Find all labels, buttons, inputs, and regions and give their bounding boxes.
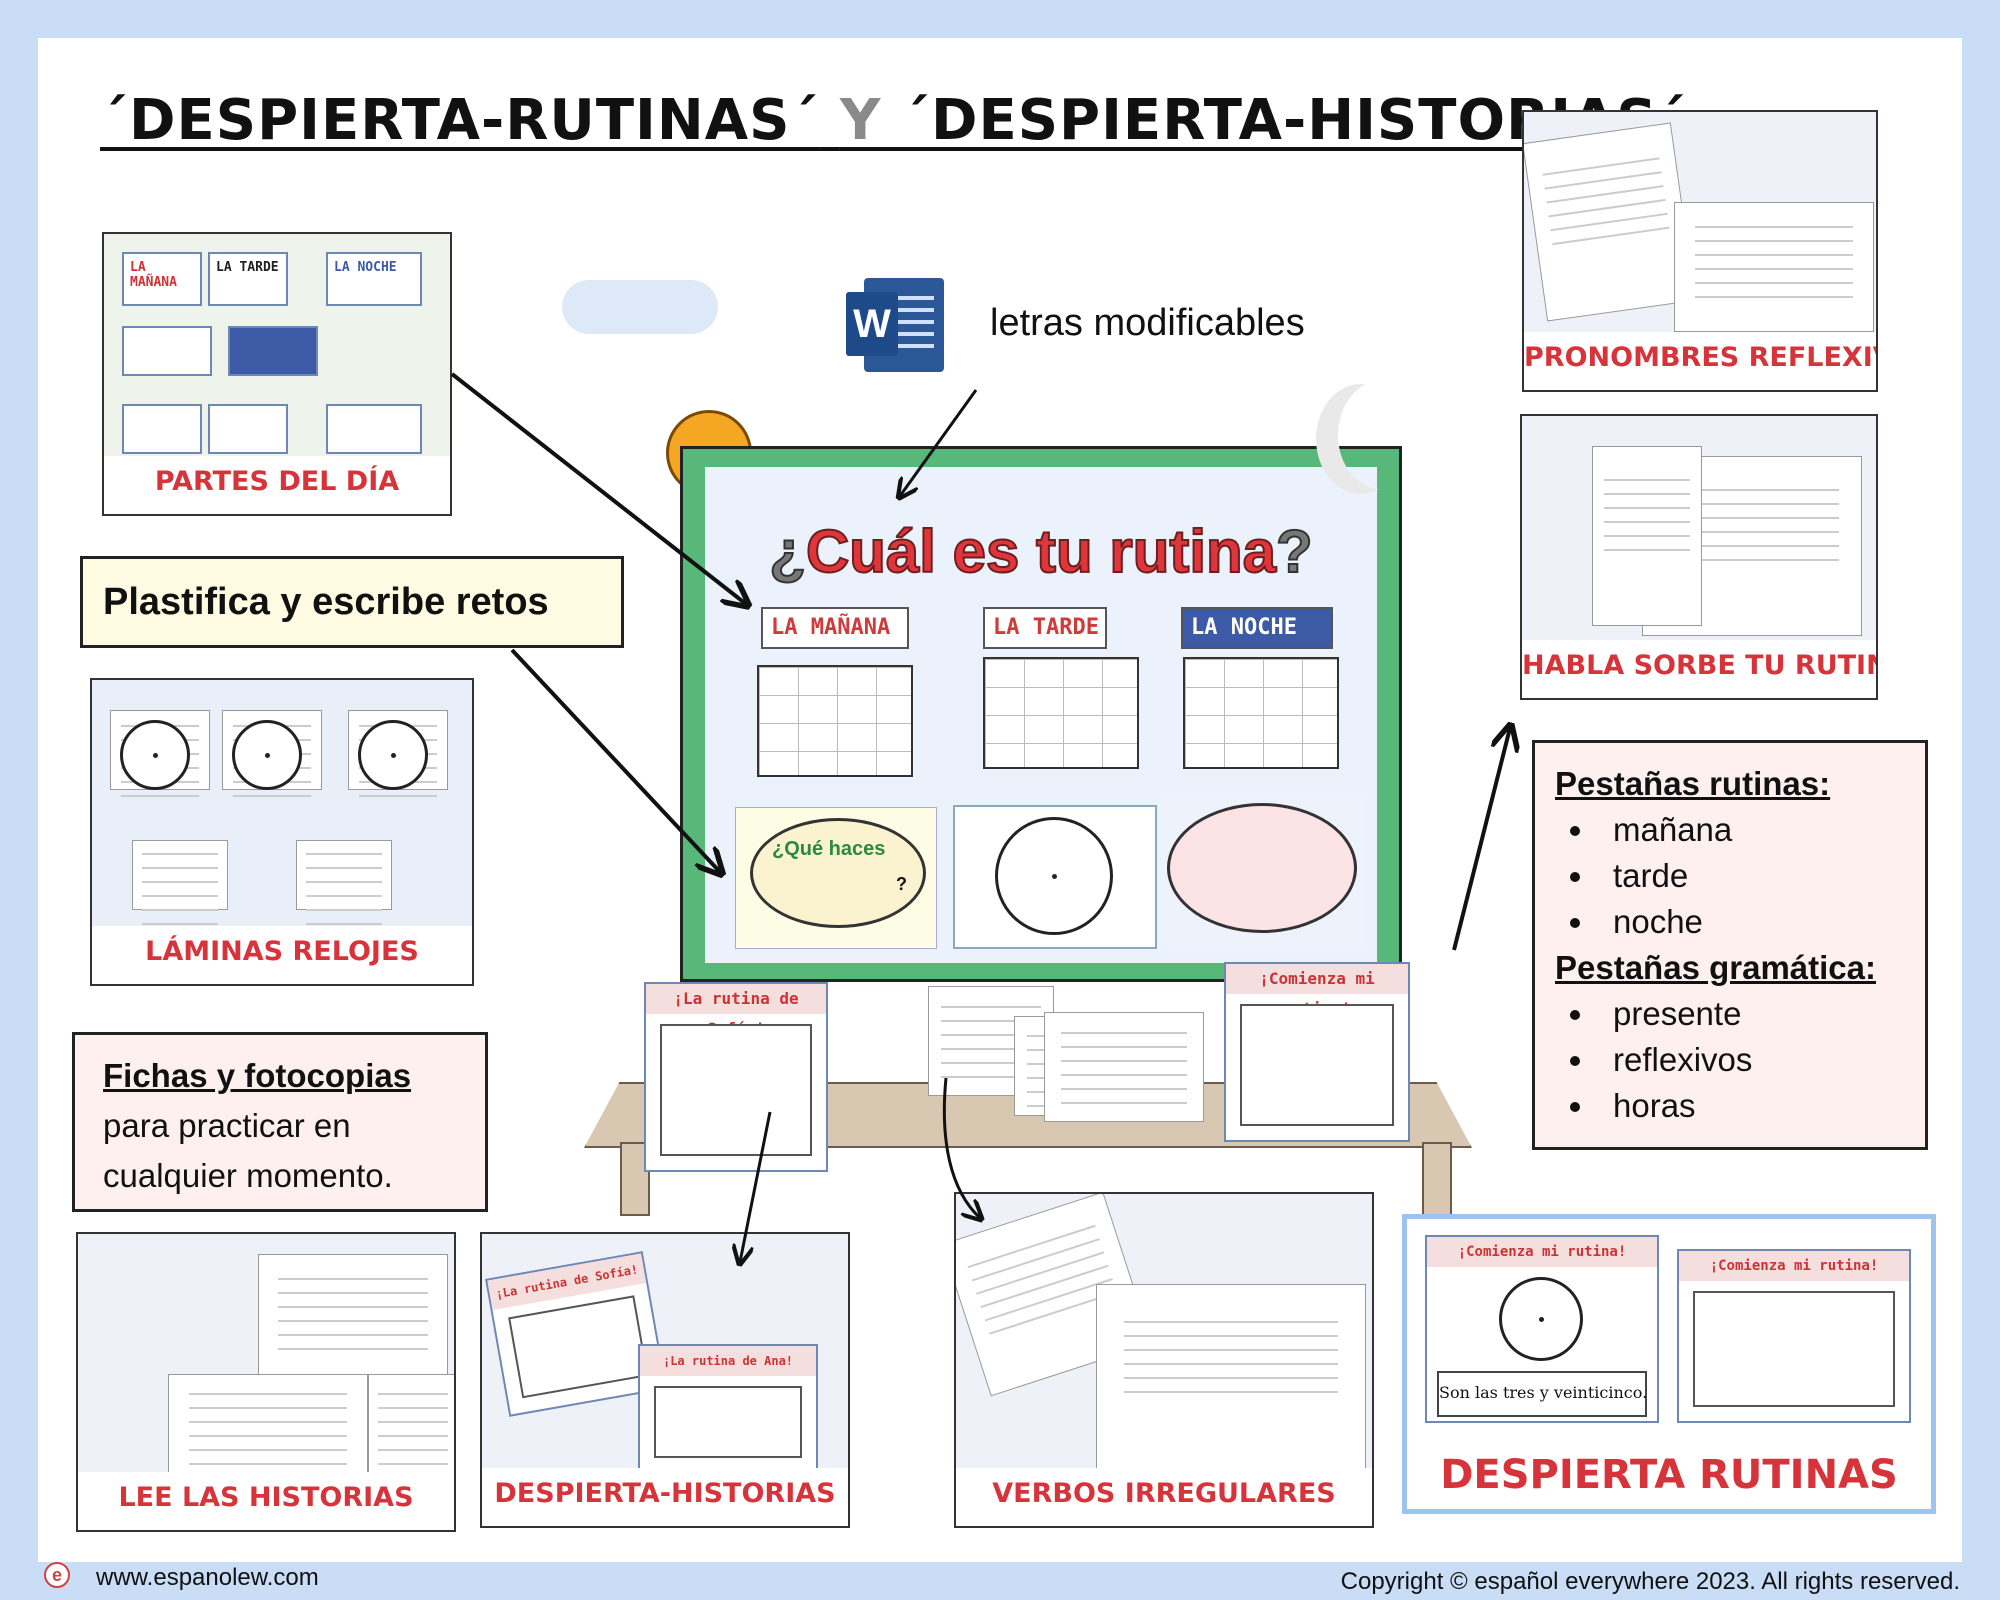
pestanas-rutinas-title: Pestañas rutinas:: [1555, 765, 1831, 802]
partes-tag-tarde: LA TARDE: [216, 260, 279, 275]
fichas-line-1: para practicar en: [103, 1107, 351, 1144]
title-part-rutinas: ´DESPIERTA-RUTINAS´: [100, 88, 820, 153]
board-morning-grid: [757, 665, 913, 777]
folder-rutina-sofia: ¡La rutina de Sofía!: [644, 982, 828, 1172]
partes-tag-manana: LA MAÑANA: [130, 260, 177, 290]
card-caption-laminas: LÁMINAS RELOJES: [92, 926, 472, 984]
pestanas-rutinas-list: mañana tarde noche: [1555, 807, 1925, 945]
list-item: presente: [1597, 991, 1925, 1037]
board-tag-manana: LA MAÑANA: [761, 607, 909, 649]
speech-bubble: [1167, 803, 1357, 933]
title-connector: Y: [839, 88, 882, 153]
card-caption-verbos: VERBOS IRREGULARES: [956, 1468, 1372, 1526]
moon-icon: [1338, 380, 1428, 490]
card-lee-historias: LEE LAS HISTORIAS: [76, 1232, 456, 1532]
list-item: tarde: [1597, 853, 1925, 899]
clock-icon: [1499, 1277, 1583, 1361]
board-title: ¿Cuál es tu rutina?: [705, 517, 1377, 586]
word-icon-letter: W: [846, 292, 898, 356]
fichas-line-2: cualquier momento.: [103, 1157, 393, 1194]
folder-comienza-rutina: ¡Comienza mi rutina!: [1224, 962, 1410, 1142]
pestanas-gramatica-title: Pestañas gramática:: [1555, 949, 1876, 986]
card-caption-pronombres: PRONOMBRES REFLEXIVOS: [1524, 332, 1876, 390]
folder-title-ana: ¡La rutina de Ana!: [640, 1346, 816, 1376]
card-laminas-relojes: LÁMINAS RELOJES: [90, 678, 474, 986]
clock-icon: [232, 720, 302, 790]
board-q-close: ?: [1275, 517, 1314, 586]
callout-plastifica: Plastifica y escribe retos: [80, 556, 624, 648]
board-empty-bubble: [1159, 797, 1365, 947]
list-item: reflexivos: [1597, 1037, 1925, 1083]
espanolew-logo-icon: e: [44, 1562, 70, 1588]
list-item: noche: [1597, 899, 1925, 945]
bubble-question: ¿Qué haces: [772, 838, 886, 860]
folder-title-comienza-2: ¡Comienza mi rutina!: [1427, 1237, 1657, 1267]
card-partes-del-dia: LA MAÑANA LA TARDE LA NOCHE PARTES DEL D…: [102, 232, 452, 516]
worksheet-pronombres: [1044, 1012, 1204, 1122]
clock-icon: [995, 817, 1113, 935]
card-caption-partes: PARTES DEL DÍA: [104, 456, 450, 514]
bubble-question-mark: ?: [896, 874, 907, 894]
routine-board: ¿Cuál es tu rutina? LA MAÑANA LA TARDE L…: [680, 446, 1402, 982]
footer-copyright: Copyright © español everywhere 2023. All…: [1340, 1568, 1960, 1595]
card-caption-despierta-historias: DESPIERTA-HISTORIAS: [482, 1468, 848, 1526]
card-despierta-rutinas: ¡Comienza mi rutina! Son las tres y vein…: [1402, 1214, 1936, 1514]
board-clock-card: [953, 805, 1157, 949]
fichas-title: Fichas y fotocopias: [103, 1057, 412, 1094]
folder-title-comienza: ¡Comienza mi rutina!: [1226, 964, 1408, 1018]
folder-title-comienza-3: ¡Comienza mi rutina!: [1679, 1251, 1909, 1281]
folder-title-sofia: ¡La rutina de Sofía!: [646, 984, 826, 1038]
pestanas-gramatica-list: presente reflexivos horas: [1555, 991, 1925, 1129]
board-question-card: ¿Qué haces ?: [735, 807, 937, 949]
footer-site[interactable]: www.espanolew.com: [96, 1564, 319, 1592]
card-caption-lee: LEE LAS HISTORIAS: [78, 1472, 454, 1530]
clock-icon: [120, 720, 190, 790]
cloud-decoration: [562, 280, 718, 334]
editable-letters-note: letras modificables: [990, 302, 1305, 344]
board-tag-noche: LA NOCHE: [1181, 607, 1333, 649]
partes-tag-noche: LA NOCHE: [334, 260, 397, 275]
list-item: mañana: [1597, 807, 1925, 853]
board-afternoon-grid: [983, 657, 1139, 769]
board-night-grid: [1183, 657, 1339, 769]
board-title-text: Cuál es tu rutina: [805, 517, 1277, 586]
board-q-open: ¿: [768, 517, 807, 586]
clock-icon: [358, 720, 428, 790]
card-verbos-irregulares: VERBOS IRREGULARES: [954, 1192, 1374, 1528]
board-tag-tarde: LA TARDE: [983, 607, 1107, 649]
card-despierta-historias: ¡La rutina de Sofía! ¡La rutina de Ana! …: [480, 1232, 850, 1528]
table-leg: [1422, 1142, 1452, 1216]
word-icon: W: [846, 278, 946, 372]
page-title: ´DESPIERTA-RUTINAS´ Y ´DESPIERTA-HISTORI…: [100, 88, 1687, 153]
callout-pestanas: Pestañas rutinas: mañana tarde noche Pes…: [1532, 740, 1928, 1150]
card-caption-habla: HABLA SORBE TU RUTINA: [1522, 640, 1876, 698]
card-habla-rutina: HABLA SORBE TU RUTINA: [1520, 414, 1878, 700]
card-pronombres-reflexivos: PRONOMBRES REFLEXIVOS: [1522, 110, 1878, 392]
card-caption-despierta-rutinas: DESPIERTA RUTINAS: [1407, 1445, 1931, 1509]
callout-fichas: Fichas y fotocopias para practicar en cu…: [72, 1032, 488, 1212]
list-item: horas: [1597, 1083, 1925, 1129]
board-panel: ¿Cuál es tu rutina? LA MAÑANA LA TARDE L…: [705, 467, 1377, 963]
clock-time-caption: Son las tres y veinticinco.: [1437, 1371, 1647, 1417]
speech-bubble: [750, 818, 926, 928]
